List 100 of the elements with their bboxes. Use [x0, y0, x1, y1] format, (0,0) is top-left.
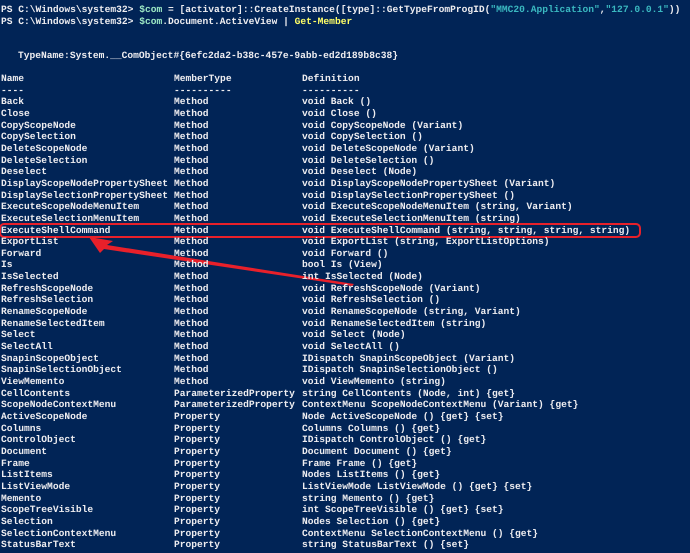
table-cell-text: Method — [174, 294, 210, 306]
table-cell-text: Method — [174, 96, 210, 108]
prompt-text: PS C:\Windows\system32> — [1, 4, 134, 16]
table-cell-text: void RefreshScopeNode (Variant) — [302, 282, 482, 294]
table-cell-text: ContextMenu SelectionContextMenu () {get} — [302, 528, 540, 540]
table-cell-text: void Deselect (Node) — [302, 166, 418, 178]
table-cell-text: ListViewMode ListViewMode () {get} {set} — [302, 480, 534, 493]
table-cell-text: Property — [174, 528, 222, 540]
table-cell-text: Method — [174, 201, 210, 213]
table-cell-text: ViewMemento — [1, 376, 66, 388]
table-cell-text: ExecuteShellCommand — [1, 224, 112, 236]
table-cell-text: Select — [1, 329, 37, 342]
table-cell-text: Document Document () {get} — [302, 446, 453, 458]
table-cell-text: Method — [174, 236, 210, 248]
table-cell-text: Frame — [1, 458, 31, 470]
table-cell-text: Columns Columns () {get} — [302, 422, 442, 434]
table-cell-text: Method — [174, 376, 210, 388]
table-cell-text: Method — [174, 190, 210, 202]
type-name-text: TypeName:System.__ComObject#{6efc2da2-b38c-457e-9abb-ed2d189b8c38} — [18, 50, 399, 62]
table-cell-text: IDispatch SnapinSelectionObject () — [302, 364, 499, 376]
table-cell-text: void DisplaySelectionPropertySheet () — [302, 190, 516, 202]
table-cell-text: void ViewMemento (string) — [302, 376, 447, 388]
table-cell-text: void CopyScopeNode (Variant) — [302, 120, 464, 132]
table-cell-text: Method — [174, 166, 210, 178]
table-cell-text: string Memento () {get} — [302, 492, 436, 504]
table-cell-text: SelectAll — [1, 341, 54, 353]
table-cell-text: ListViewMode — [1, 480, 72, 493]
table-cell-text: string StatusBarText () {set} — [302, 539, 470, 551]
table-cell-text: StatusBarText — [1, 539, 77, 551]
table-cell-text: Property — [174, 458, 222, 470]
table-cell-text: RenameSelectedItem — [1, 318, 106, 330]
table-cell-text: Node ActiveScopeNode () {get} {set} — [302, 411, 505, 423]
string-text: "MMC20.Application" — [490, 4, 600, 16]
table-cell-text: void Forward () — [302, 248, 390, 260]
table-cell-text: SnapinSelectionObject — [1, 364, 123, 376]
table-cell-text: Property — [174, 480, 222, 493]
table-cell-text: Method — [174, 259, 210, 272]
table-cell-text: Nodes ListItems () {get} — [302, 469, 442, 481]
table-cell-text: void DisplayScopeNodePropertySheet (Variant) — [302, 178, 556, 190]
table-cell-text: void Close () — [302, 108, 378, 120]
table-cell-text: Property — [174, 492, 222, 504]
table-cell-text: Method — [174, 318, 210, 330]
table-cell-text: Property — [174, 411, 222, 423]
table-cell-text: ControlObject — [1, 434, 77, 446]
table-cell-text: Deselect — [1, 166, 48, 178]
table-cell-text: void RenameScopeNode (string, Variant) — [302, 306, 522, 318]
table-cell-text: Method — [174, 120, 210, 132]
table-cell-text: IDispatch SnapinScopeObject (Variant) — [302, 352, 516, 364]
variable-text: $com — [139, 4, 162, 16]
table-cell-text: Property — [174, 434, 222, 446]
table-cell-text: void CopySelection () — [302, 131, 424, 143]
table-cell-text: Method — [174, 108, 210, 120]
column-rule: ---------- — [174, 84, 233, 96]
cmdlet-text: Get-Member — [294, 16, 352, 28]
table-cell-text: ExecuteSelectionMenuItem — [1, 212, 140, 224]
table-cell-text: string CellContents (Node, int) {get} — [302, 388, 516, 400]
column-header: MemberType — [174, 72, 233, 85]
table-cell-text: Method — [174, 131, 210, 143]
command-text: , — [600, 4, 606, 16]
table-cell-text: Method — [174, 282, 210, 294]
table-cell-text: ExecuteScopeNodeMenuItem — [1, 201, 140, 213]
table-cell-text: Property — [174, 469, 222, 481]
table-cell-text: DisplaySelectionPropertySheet — [1, 190, 169, 202]
table-cell-text: void RefreshSelection () — [302, 294, 442, 306]
table-cell-text: Document — [1, 446, 48, 458]
table-cell-text: RefreshScopeNode — [1, 282, 94, 294]
table-cell-text: Method — [174, 178, 210, 190]
table-cell-text: ListItems — [1, 469, 54, 481]
table-cell-text: void RenameSelectedItem (string) — [302, 318, 488, 330]
table-cell-text: bool Is (View) — [302, 259, 384, 272]
table-cell-text: Back — [1, 96, 26, 108]
table-cell-text: ContextMenu ScopeNodeContextMenu (Variant) {get} — [302, 399, 580, 411]
table-cell-text: RefreshSelection — [1, 294, 94, 306]
table-cell-text: SelectionContextMenu — [1, 528, 118, 540]
table-cell-text: Method — [174, 142, 210, 155]
table-cell-text: DeleteSelection — [1, 154, 88, 166]
table-cell-text: Method — [174, 224, 210, 236]
table-cell-text: DeleteScopeNode — [1, 142, 88, 155]
table-cell-text: IDispatch ControlObject () {get} — [302, 434, 488, 446]
table-cell-text: Method — [174, 341, 210, 353]
table-cell-text: void ExecuteShellCommand (string, string, string, string) — [302, 224, 632, 236]
table-cell-text: ExportList — [1, 236, 60, 248]
table-cell-text: void ExecuteScopeNodeMenuItem (string, Variant) — [302, 201, 574, 213]
command-text: = [activator]::CreateInstance([type]::GetTypeFromProgID( — [166, 4, 490, 16]
table-cell-text: Nodes Selection () {get} — [302, 516, 442, 528]
table-cell-text: SnapinScopeObject — [1, 352, 100, 364]
table-cell-text: Method — [174, 306, 210, 318]
table-cell-text: void Select (Node) — [302, 329, 407, 342]
table-cell-text: Method — [174, 352, 210, 364]
table-cell-text: Method — [174, 212, 210, 224]
string-text: "127.0.0.1" — [606, 4, 669, 16]
table-cell-text: Method — [174, 271, 210, 283]
table-cell-text: Property — [174, 516, 222, 528]
table-cell-text: ActiveScopeNode — [1, 411, 88, 423]
table-cell-text: Selection — [1, 516, 54, 528]
table-cell-text: CellContents — [1, 388, 72, 400]
table-cell-text: int ScopeTreeVisible () {get} {set} — [302, 504, 505, 516]
table-cell-text: Frame Frame () {get} — [302, 458, 418, 470]
table-cell-text: Forward — [1, 248, 42, 260]
table-cell-text: Property — [174, 504, 222, 516]
